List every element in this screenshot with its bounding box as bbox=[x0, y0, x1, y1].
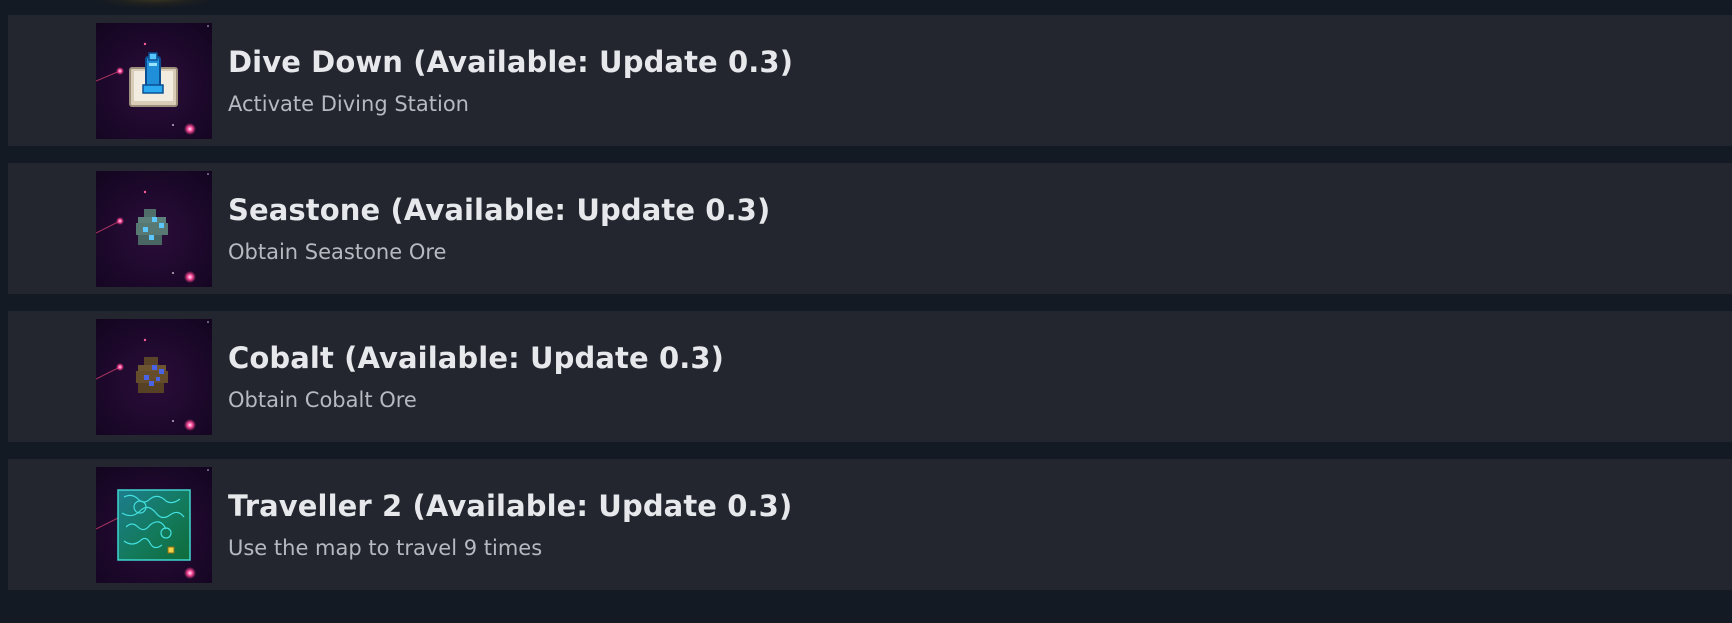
seastone-ore-icon bbox=[96, 171, 212, 287]
cobalt-ore-icon bbox=[96, 319, 212, 435]
previous-item-glow bbox=[95, 0, 215, 8]
achievement-row-traveller-2[interactable]: Traveller 2 (Available: Update 0.3) Use … bbox=[8, 459, 1732, 590]
diving-station-icon bbox=[96, 23, 212, 139]
achievement-title: Traveller 2 (Available: Update 0.3) bbox=[228, 489, 793, 523]
achievement-row-cobalt[interactable]: Cobalt (Available: Update 0.3) Obtain Co… bbox=[8, 311, 1732, 442]
achievement-description: Obtain Cobalt Ore bbox=[228, 388, 417, 412]
achievement-description: Use the map to travel 9 times bbox=[228, 536, 543, 560]
achievement-title: Seastone (Available: Update 0.3) bbox=[228, 193, 771, 227]
achievement-title: Cobalt (Available: Update 0.3) bbox=[228, 341, 724, 375]
achievement-description: Activate Diving Station bbox=[228, 92, 469, 116]
achievement-row-seastone[interactable]: Seastone (Available: Update 0.3) Obtain … bbox=[8, 163, 1732, 294]
map-icon bbox=[96, 467, 212, 583]
achievement-list: Dive Down (Available: Update 0.3) Activa… bbox=[0, 0, 1732, 623]
achievement-row-dive-down[interactable]: Dive Down (Available: Update 0.3) Activa… bbox=[8, 15, 1732, 146]
achievement-description: Obtain Seastone Ore bbox=[228, 240, 447, 264]
achievement-title: Dive Down (Available: Update 0.3) bbox=[228, 45, 794, 79]
